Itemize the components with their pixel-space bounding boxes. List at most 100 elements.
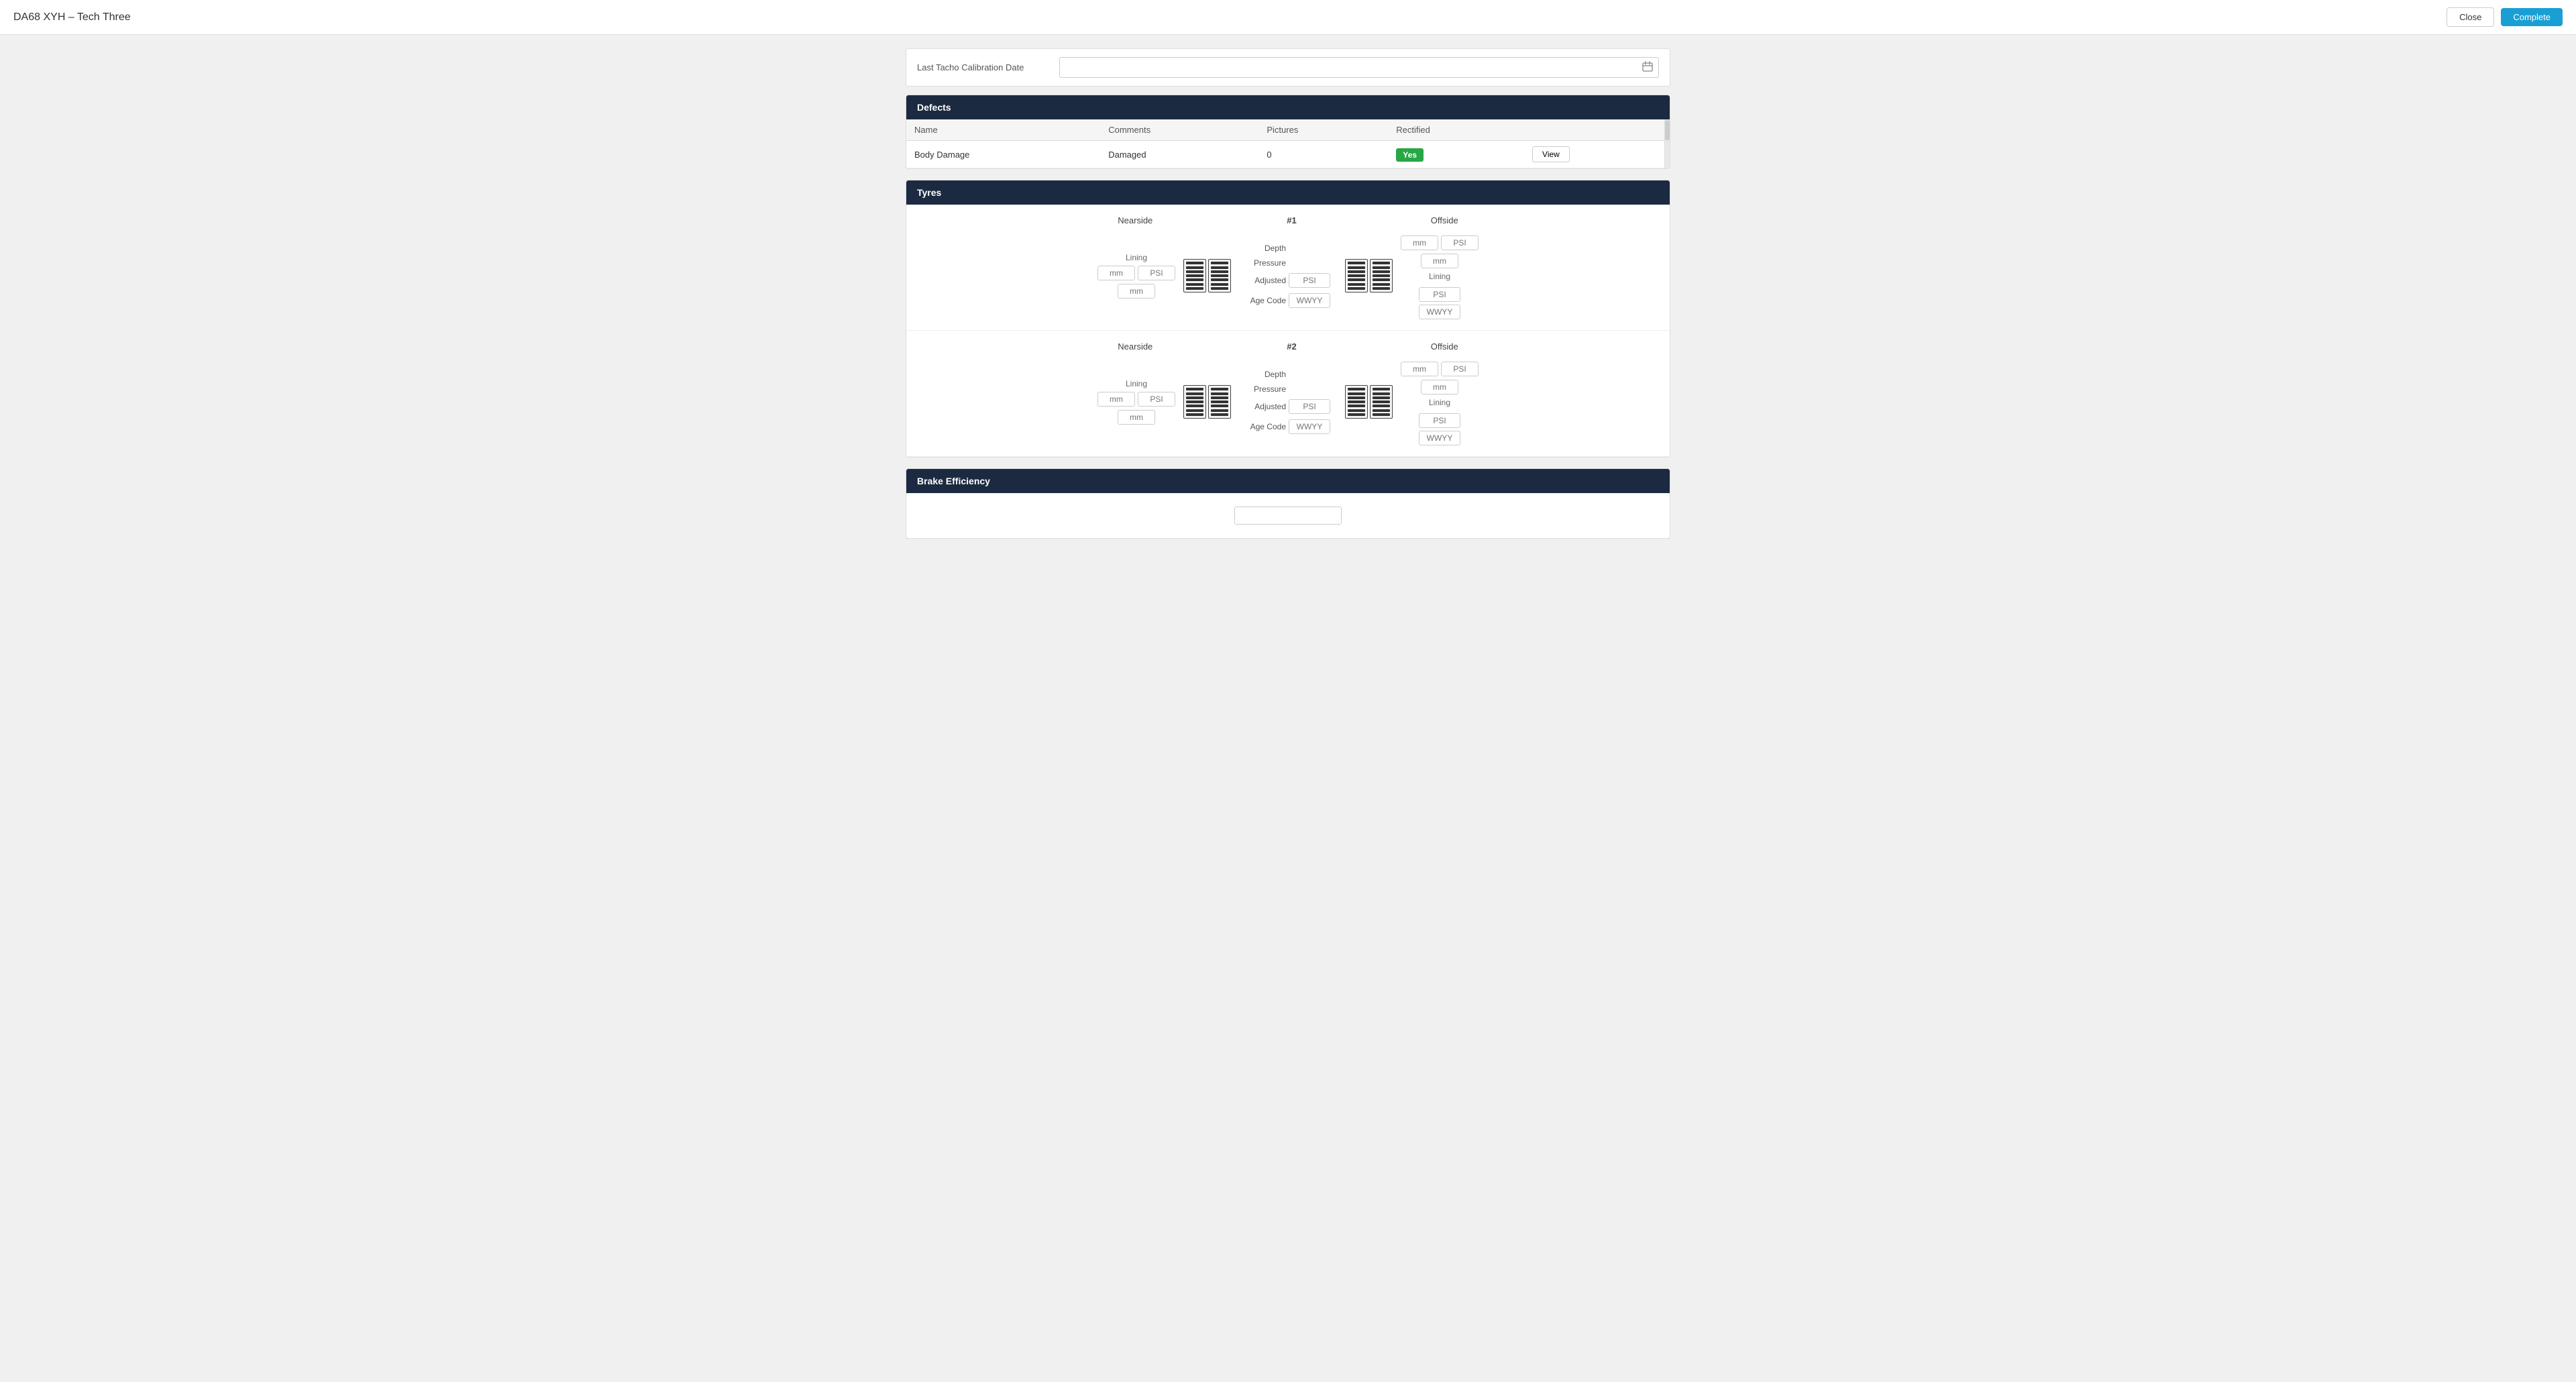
tyre-input[interactable] — [1419, 413, 1460, 428]
top-bar: DA68 XYH – Tech Three Close Complete — [0, 0, 2576, 35]
tyre-input[interactable] — [1419, 431, 1460, 445]
tyre-input[interactable] — [1118, 410, 1155, 425]
depth-label: Depth — [1246, 244, 1286, 253]
tyre-input[interactable] — [1097, 266, 1135, 280]
nearside-header-label: Nearside — [1118, 341, 1152, 352]
tread-line — [1211, 283, 1228, 286]
offside-header-label: Offside — [1431, 215, 1458, 225]
nearside-bottom-inputs — [1118, 284, 1155, 299]
view-button[interactable]: View — [1532, 146, 1570, 162]
tyre-input[interactable] — [1419, 287, 1460, 302]
tread-line — [1186, 396, 1203, 399]
tyre-image — [1183, 259, 1206, 293]
tread-line — [1348, 278, 1365, 281]
tread-line — [1211, 270, 1228, 273]
tyre-input[interactable] — [1441, 362, 1479, 376]
table-row: Body Damage Damaged 0 Yes View — [906, 141, 1670, 168]
defect-comments: Damaged — [1100, 141, 1258, 168]
page-content: Last Tacho Calibration Date Defects Name — [885, 35, 1690, 563]
depth-row: Depth — [1246, 370, 1286, 379]
tread-line — [1186, 409, 1203, 412]
tread-line — [1211, 396, 1228, 399]
tyre-header: Nearside #2 Offside — [920, 341, 1656, 352]
age-code-row: Age Code — [1246, 419, 1330, 434]
offside-lining-label: Lining — [1429, 398, 1450, 407]
tread-line — [1373, 287, 1390, 290]
defects-scrollbar — [1664, 119, 1670, 168]
nearside-top-inputs — [1097, 266, 1175, 280]
tread-line — [1348, 401, 1365, 403]
tread-line — [1348, 392, 1365, 395]
center-labels: Depth Pressure Adjusted Age Code — [1239, 244, 1337, 308]
calibration-label: Last Tacho Calibration Date — [917, 62, 1051, 72]
nearside-lining-label: Lining — [1126, 253, 1147, 262]
tyre-image — [1183, 385, 1206, 419]
age-code-label: Age Code — [1246, 296, 1286, 305]
tyre-input[interactable] — [1289, 399, 1330, 414]
tyre-input[interactable] — [1118, 284, 1155, 299]
pressure-label: Pressure — [1246, 258, 1286, 268]
offside-bottom-inputs — [1421, 380, 1458, 394]
defect-actions: View — [1524, 141, 1670, 168]
page-title: DA68 XYH – Tech Three — [13, 11, 131, 23]
offside-top-inputs — [1401, 362, 1479, 376]
offside-bottom-inputs — [1421, 254, 1458, 268]
tread-line — [1211, 274, 1228, 277]
tread-line — [1373, 266, 1390, 269]
tread-line — [1348, 388, 1365, 390]
tread-line — [1211, 409, 1228, 412]
defects-header: Defects — [906, 95, 1670, 119]
nearside-header-label: Nearside — [1118, 215, 1152, 225]
tread-line — [1211, 266, 1228, 269]
tyre-input[interactable] — [1401, 362, 1438, 376]
tyre-content-row: Lining Depth — [920, 358, 1656, 445]
tread-line — [1348, 270, 1365, 273]
tread-line — [1373, 262, 1390, 264]
col-actions — [1524, 119, 1670, 141]
tread-line — [1211, 287, 1228, 290]
tyre-input[interactable] — [1421, 254, 1458, 268]
tread-line — [1211, 392, 1228, 395]
tyre-input[interactable] — [1401, 235, 1438, 250]
center-labels: Depth Pressure Adjusted Age Code — [1239, 370, 1337, 434]
tread-line — [1373, 388, 1390, 390]
tyre-input[interactable] — [1289, 273, 1330, 288]
tread-line — [1211, 388, 1228, 390]
tread-line — [1373, 396, 1390, 399]
pressure-row: Pressure — [1246, 384, 1286, 394]
tyre-image — [1370, 259, 1393, 293]
offside-extra-inputs — [1419, 413, 1460, 445]
tread-line — [1186, 413, 1203, 416]
nearside-age — [1289, 419, 1330, 434]
close-button[interactable]: Close — [2447, 7, 2494, 27]
top-bar-actions: Close Complete — [2447, 7, 2563, 27]
tread-line — [1211, 262, 1228, 264]
tread-line — [1211, 405, 1228, 407]
tyre-input[interactable] — [1421, 380, 1458, 394]
tread-line — [1186, 401, 1203, 403]
tyre-input[interactable] — [1138, 392, 1175, 407]
offside-header-label: Offside — [1431, 341, 1458, 352]
nearside-lining-inputs: Lining — [1097, 253, 1175, 299]
tread-line — [1186, 270, 1203, 273]
tyre-input[interactable] — [1441, 235, 1479, 250]
brake-efficiency-content — [906, 493, 1670, 538]
complete-button[interactable]: Complete — [2501, 8, 2563, 26]
calendar-icon-button[interactable] — [1637, 58, 1658, 77]
tread-line — [1186, 287, 1203, 290]
col-comments: Comments — [1100, 119, 1258, 141]
calibration-input-wrapper — [1059, 57, 1659, 78]
tyre-input[interactable] — [1419, 305, 1460, 319]
tyre-input[interactable] — [1289, 419, 1330, 434]
tread-line — [1373, 392, 1390, 395]
col-name: Name — [906, 119, 1100, 141]
calibration-date-input[interactable] — [1060, 59, 1637, 76]
tread-line — [1373, 278, 1390, 281]
adjusted-label: Adjusted — [1246, 402, 1286, 411]
tyre-input[interactable] — [1097, 392, 1135, 407]
tyre-input[interactable] — [1138, 266, 1175, 280]
brake-efficiency-input[interactable] — [1234, 507, 1342, 525]
tread-line — [1186, 405, 1203, 407]
tread-line — [1348, 409, 1365, 412]
tyre-input[interactable] — [1289, 293, 1330, 308]
